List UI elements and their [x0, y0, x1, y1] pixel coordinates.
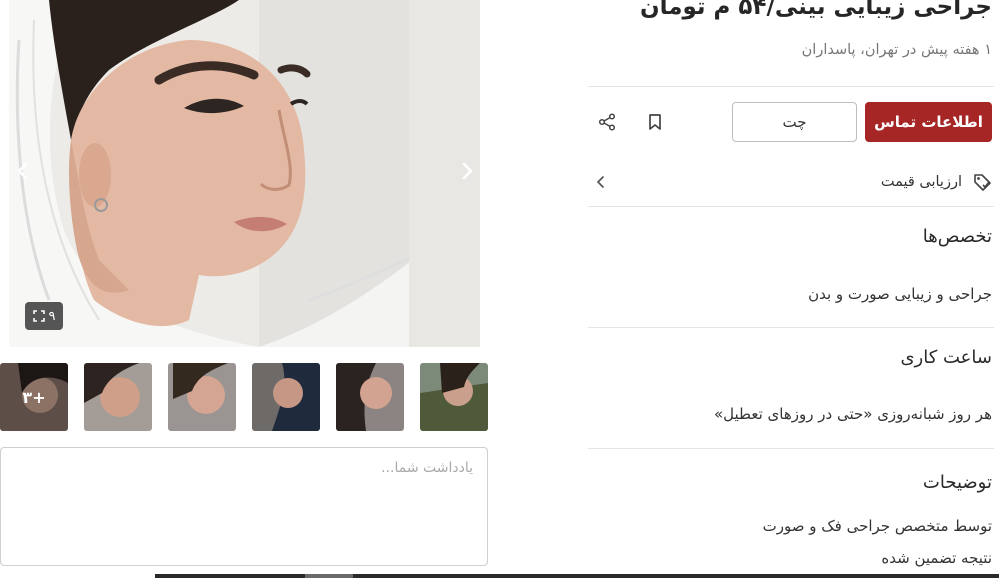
bookmark-icon [649, 114, 661, 130]
portrait-image [9, 0, 480, 347]
listing-title: جراحی زیبایی بینی/۵۴ م تومان [639, 0, 992, 20]
scrollbar-thumb[interactable] [305, 574, 353, 578]
chevron-left-icon [596, 176, 604, 188]
thumbnail[interactable] [420, 363, 488, 431]
price-evaluation-row[interactable]: ارزیابی قیمت [588, 166, 994, 198]
divider [588, 86, 994, 87]
contact-info-button[interactable]: اطلاعات تماس [865, 102, 992, 142]
working-hours-title: ساعت کاری [900, 347, 992, 368]
thumbnail-more[interactable]: +۳ [0, 363, 68, 431]
divider [588, 448, 994, 449]
bookmark-button[interactable] [643, 110, 667, 134]
thumbnail-image [168, 363, 236, 431]
share-button[interactable] [595, 110, 619, 134]
share-icon [598, 113, 616, 131]
bottom-scrollbar[interactable] [155, 574, 999, 578]
thumbnail[interactable] [336, 363, 404, 431]
divider [588, 206, 994, 207]
fullscreen-icon [32, 310, 45, 322]
thumbnail-image [84, 363, 152, 431]
next-image-arrow-icon[interactable] [457, 160, 477, 182]
chat-button[interactable]: چت [732, 102, 857, 142]
thumbnail[interactable] [84, 363, 152, 431]
description-line: نتیجه تضمین شده [881, 549, 992, 567]
thumbnail-image [420, 363, 488, 431]
thumbnail-image [336, 363, 404, 431]
previous-image-arrow-icon[interactable] [13, 160, 33, 182]
main-photo[interactable]: ۹ [9, 0, 480, 347]
more-photos-count: +۳ [0, 363, 68, 431]
price-evaluation-label: ارزیابی قیمت [880, 174, 962, 190]
note-textarea[interactable] [0, 447, 488, 566]
specialties-title: تخصص‌ها [922, 226, 992, 247]
divider [588, 327, 994, 328]
listing-meta: ۱ هفته پیش در تهران، پاسداران [801, 42, 992, 58]
image-count: ۹ [48, 308, 56, 324]
specialties-value: جراحی و زیبایی صورت و بدن [808, 285, 992, 303]
working-hours-value: هر روز شبانه‌روزی «حتی در روزهای تعطیل» [713, 405, 992, 423]
listing-details: جراحی زیبایی بینی/۵۴ م تومان ۱ هفته پیش … [588, 0, 994, 578]
thumbnail[interactable] [252, 363, 320, 431]
thumbnail[interactable] [168, 363, 236, 431]
price-tag-icon [970, 170, 994, 194]
description-title: توضیحات [922, 472, 992, 493]
description-line: توسط متخصص جراحی فک و صورت [762, 517, 992, 535]
image-count-badge[interactable]: ۹ [25, 302, 63, 330]
thumbnail-image [252, 363, 320, 431]
